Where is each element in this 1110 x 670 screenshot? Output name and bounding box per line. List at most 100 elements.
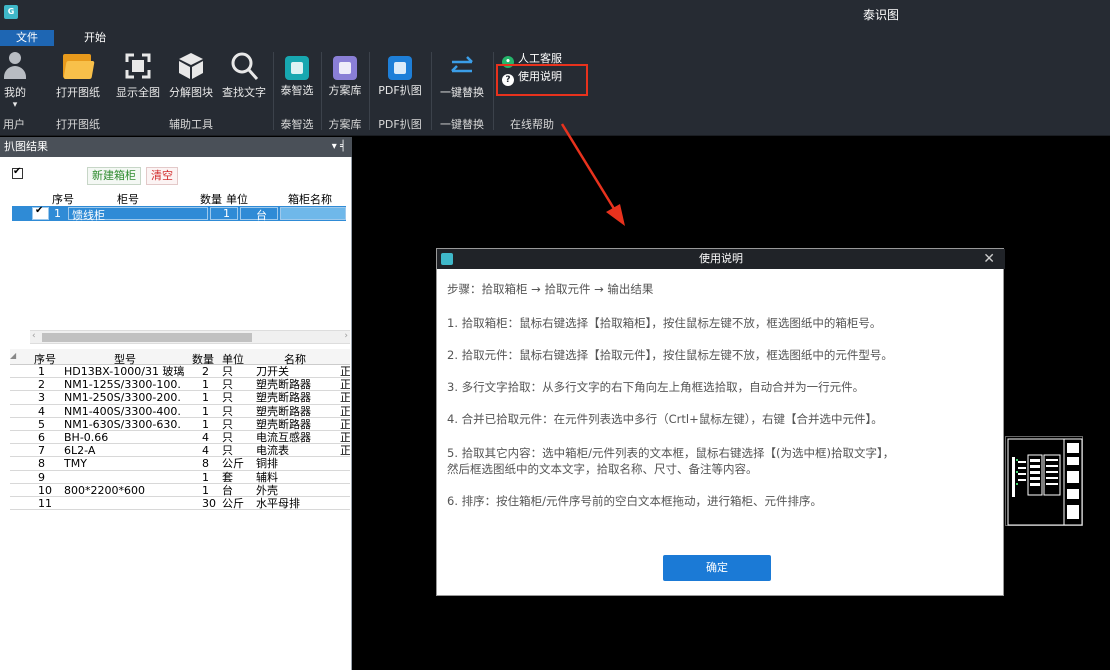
cell-extra[interactable]: 正 (340, 444, 350, 457)
cell-name[interactable]: 水平母排 (256, 497, 332, 510)
cell-seq[interactable]: 10 (38, 484, 58, 497)
table-row[interactable]: 4 NM1-400S/3300-400. 1 只塑壳断路器正 (10, 405, 350, 418)
pin-icon[interactable]: ▾ ╡ (332, 137, 346, 157)
select-all-checkbox[interactable] (12, 166, 23, 179)
cell-seq[interactable]: 7 (38, 444, 58, 457)
cabinet-name[interactable]: 馈线柜 (72, 207, 105, 223)
table-row[interactable]: 3 NM1-250S/3300-200. 1 只塑壳断路器正 (10, 391, 350, 405)
cell-extra[interactable]: 正 (340, 378, 350, 391)
cell-unit[interactable]: 台 (222, 484, 250, 497)
my-account-button[interactable]: 我的 ▾ (2, 50, 28, 114)
cell-name[interactable]: 外壳 (256, 484, 332, 497)
cell-unit[interactable]: 公斤 (222, 457, 250, 470)
pdf-extract-button[interactable]: PDF扒图 (372, 50, 428, 114)
tab-start[interactable]: 开始 (78, 30, 112, 46)
cell-unit[interactable]: 只 (222, 365, 250, 378)
one-click-replace-button[interactable]: 一键替换 (434, 50, 490, 114)
scheme-library-label: 方案库 (328, 84, 362, 97)
cell-model[interactable]: TMY (64, 457, 192, 470)
cell-name[interactable]: 电流互感器 (256, 431, 332, 444)
cell-name[interactable]: 电流表 (256, 444, 332, 457)
table-row[interactable]: 6 BH-0.66 4 只电流互感器正 (10, 431, 350, 445)
show-all-button[interactable]: 显示全图 (113, 50, 163, 114)
close-icon[interactable]: ✕ (983, 249, 995, 269)
cell-seq[interactable]: 5 (38, 418, 58, 431)
table-row[interactable]: 2 NM1-125S/3300-100. 1 只塑壳断路器正 (10, 378, 350, 392)
cell-seq[interactable]: 1 (38, 365, 58, 378)
table-row[interactable]: 8 TMY 8 公斤 铜排 (10, 457, 350, 471)
cell-unit[interactable]: 套 (222, 471, 250, 484)
cell-model[interactable]: NM1-400S/3300-400. (64, 405, 192, 418)
cell-name[interactable]: 塑壳断路器 (256, 405, 332, 418)
find-text-button[interactable]: 查找文字 (219, 50, 269, 114)
cell-name[interactable]: 辅料 (256, 471, 332, 484)
cell-model[interactable]: 800*2200*600 (64, 484, 192, 497)
new-cabinet-button[interactable]: 新建箱柜 (87, 167, 141, 185)
table-row[interactable]: 7 6L2-A 4 只电流表正 (10, 444, 350, 458)
cell-unit[interactable]: 只 (222, 444, 250, 457)
cell-seq[interactable]: 11 (38, 497, 58, 510)
cell-name[interactable]: 塑壳断路器 (256, 418, 332, 431)
scrollbar-thumb[interactable] (42, 333, 252, 342)
cell-qty[interactable]: 4 (202, 444, 222, 457)
scroll-left-icon[interactable]: ‹ (32, 331, 36, 341)
explode-block-button[interactable]: 分解图块 (166, 50, 216, 114)
cell-qty[interactable]: 30 (202, 497, 222, 510)
cell-seq[interactable]: 8 (38, 457, 58, 470)
table-row[interactable]: 9 1 套辅料 (10, 471, 350, 484)
cell-unit[interactable]: 公斤 (222, 497, 250, 510)
cell-model[interactable]: HD13BX-1000/31 玻璃 (64, 365, 192, 378)
cell-qty[interactable]: 2 (202, 365, 222, 378)
cabinet-unit[interactable]: 台 (256, 207, 267, 223)
cell-extra[interactable]: 正 (340, 431, 350, 444)
cell-model[interactable]: NM1-250S/3300-200. (64, 391, 192, 404)
cell-seq[interactable]: 9 (38, 471, 58, 484)
cell-extra[interactable]: 正 (340, 418, 350, 431)
scheme-library-button[interactable]: 方案库 (324, 50, 366, 114)
cell-unit[interactable]: 只 (222, 405, 250, 418)
scroll-right-icon[interactable]: › (344, 331, 348, 341)
cell-model[interactable]: NM1-630S/3300-630. (64, 418, 192, 431)
tai-smart-select-button[interactable]: 泰智选 (276, 50, 318, 114)
open-drawing-button[interactable]: 打开图纸 (52, 50, 104, 114)
cell-name[interactable]: 塑壳断路器 (256, 391, 332, 404)
component-grid-header: ◢ 序号 型号 数量 单位 名称 (10, 349, 350, 366)
table-row[interactable]: 11 30 公斤 水平母排 (10, 497, 350, 511)
cell-qty[interactable]: 1 (202, 391, 222, 404)
cell-name[interactable]: 铜排 (256, 457, 332, 470)
cell-extra[interactable]: 正 (340, 365, 350, 378)
cell-seq[interactable]: 3 (38, 391, 58, 404)
table-row[interactable]: 1 馈线柜 1 台 (12, 205, 346, 223)
cell-extra[interactable]: 正 (340, 405, 350, 418)
cell-extra[interactable]: 正 (340, 391, 350, 404)
cabinet-qty[interactable]: 1 (223, 207, 230, 220)
tab-file[interactable]: 文件 (0, 30, 54, 46)
table-row[interactable]: 5 NM1-630S/3300-630. 1 只塑壳断路器正 (10, 418, 350, 431)
cell-seq[interactable]: 4 (38, 405, 58, 418)
cell-qty[interactable]: 1 (202, 471, 222, 484)
cell-qty[interactable]: 1 (202, 405, 222, 418)
cell-seq[interactable]: 6 (38, 431, 58, 444)
clear-button[interactable]: 清空 (146, 167, 178, 185)
cell-qty[interactable]: 1 (202, 484, 222, 497)
cell-qty[interactable]: 1 (202, 378, 222, 391)
ok-button[interactable]: 确定 (663, 555, 771, 581)
cell-qty[interactable]: 8 (202, 457, 222, 470)
cell-qty[interactable]: 1 (202, 418, 222, 431)
row-checkbox[interactable] (32, 205, 49, 220)
cell-model[interactable]: NM1-125S/3300-100. (64, 378, 192, 391)
cell-model[interactable]: BH-0.66 (64, 431, 192, 444)
table-row[interactable]: 10 800*2200*600 1 台外壳 (10, 484, 350, 497)
cell-seq[interactable]: 2 (38, 378, 58, 391)
horizontal-scrollbar[interactable]: ‹ › (30, 330, 350, 344)
cell-unit[interactable]: 只 (222, 378, 250, 391)
cell-name[interactable]: 塑壳断路器 (256, 378, 332, 391)
drawing-thumbnail[interactable] (1005, 436, 1083, 526)
cell-unit[interactable]: 只 (222, 391, 250, 404)
cell-unit[interactable]: 只 (222, 418, 250, 431)
cell-model[interactable]: 6L2-A (64, 444, 192, 457)
cell-unit[interactable]: 只 (222, 431, 250, 444)
table-row[interactable]: 1 HD13BX-1000/31 玻璃 2 只刀开关正 (10, 365, 350, 379)
cell-qty[interactable]: 4 (202, 431, 222, 444)
cell-name[interactable]: 刀开关 (256, 365, 332, 378)
